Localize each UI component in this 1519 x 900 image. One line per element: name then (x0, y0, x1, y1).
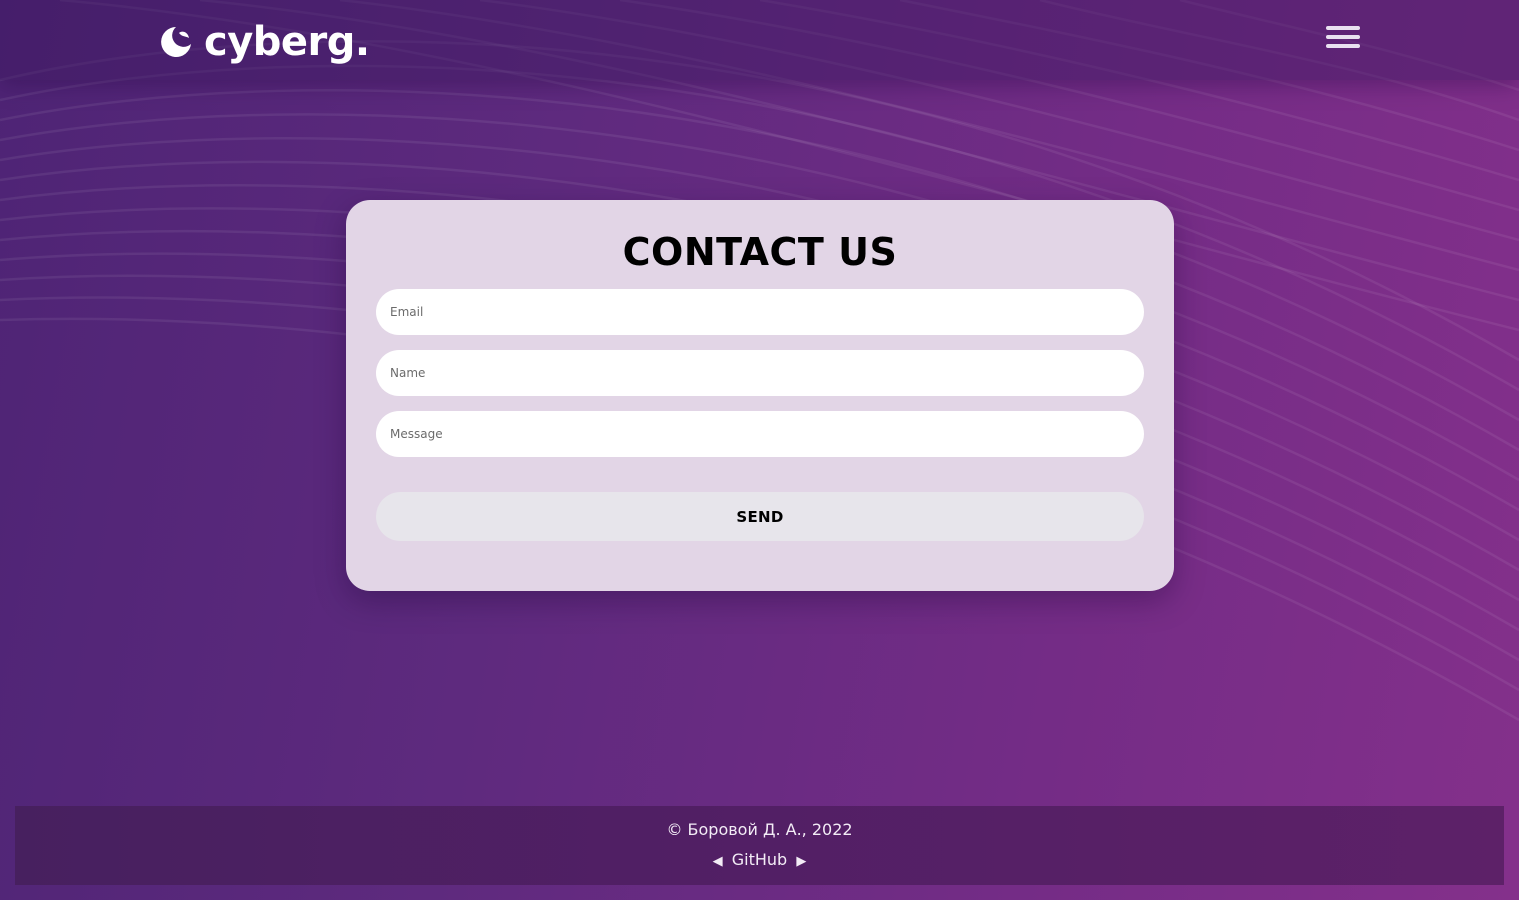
message-field[interactable] (376, 411, 1144, 457)
contact-form: CONTACT US SEND (346, 200, 1174, 591)
logo-text: cyberg. (204, 19, 370, 65)
copyright-text: © Боровой Д. А., 2022 (666, 820, 853, 839)
left-triangle-icon: ◀ (712, 854, 723, 869)
site-footer: © Боровой Д. А., 2022 ◀ GitHub ▶ (15, 806, 1504, 885)
right-triangle-icon: ▶ (796, 854, 807, 869)
email-field[interactable] (376, 289, 1144, 335)
menu-bar (1326, 44, 1360, 48)
site-header: cyberg. (0, 0, 1519, 80)
github-nav: ◀ GitHub ▶ (15, 850, 1504, 872)
hamburger-menu-icon[interactable] (1326, 26, 1360, 52)
crescent-moon-icon (161, 27, 191, 57)
logo[interactable]: cyberg. (160, 19, 370, 66)
github-link[interactable]: GitHub (732, 850, 787, 869)
send-button[interactable]: SEND (376, 492, 1144, 541)
page-title: CONTACT US (622, 230, 898, 274)
menu-bar (1326, 26, 1360, 30)
menu-bar (1326, 35, 1360, 39)
name-field[interactable] (376, 350, 1144, 396)
